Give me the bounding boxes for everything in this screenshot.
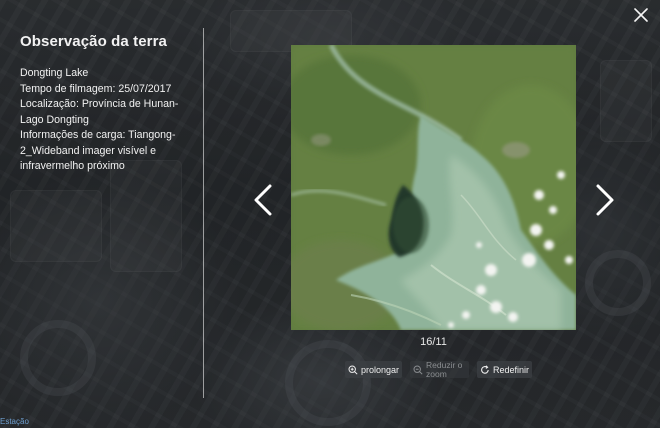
chevron-right-icon (596, 184, 614, 216)
extend-button[interactable]: prolongar (345, 361, 403, 378)
zoom-in-icon (348, 364, 358, 375)
extend-button-label: prolongar (361, 364, 400, 375)
info-shooting-time: Tempo de filmagem: 25/07/2017 (20, 82, 172, 95)
info-location: Localização: Província de Hunan-Lago Don… (20, 98, 179, 126)
chevron-left-icon (254, 184, 272, 216)
info-payload: Informações de carga: Tiangong-2_Wideban… (20, 129, 176, 172)
dialog-title: Observação da terra (20, 33, 167, 50)
zoom-out-button-label: Reduzir o zoom (426, 359, 463, 379)
corner-label: Estação (0, 417, 29, 426)
reset-icon (480, 364, 490, 375)
zoom-out-icon (413, 364, 423, 375)
reset-button[interactable]: Redefinir (477, 361, 533, 378)
reset-button-label: Redefinir (493, 364, 530, 375)
info-panel: Observação da terra Dongting Lake Tempo … (20, 33, 195, 175)
satellite-image[interactable] (291, 45, 576, 330)
divider (203, 28, 204, 398)
close-button[interactable] (630, 4, 652, 26)
close-icon (634, 8, 648, 22)
next-button[interactable] (593, 183, 617, 217)
image-counter: 16/11 (420, 336, 447, 348)
zoom-out-button[interactable]: Reduzir o zoom (410, 359, 470, 379)
satellite-image-render (291, 45, 576, 330)
previous-button[interactable] (251, 183, 275, 217)
info-name: Dongting Lake (20, 67, 89, 79)
viewer-toolbar: prolongar Reduzir o zoom Redefinir (345, 359, 533, 379)
